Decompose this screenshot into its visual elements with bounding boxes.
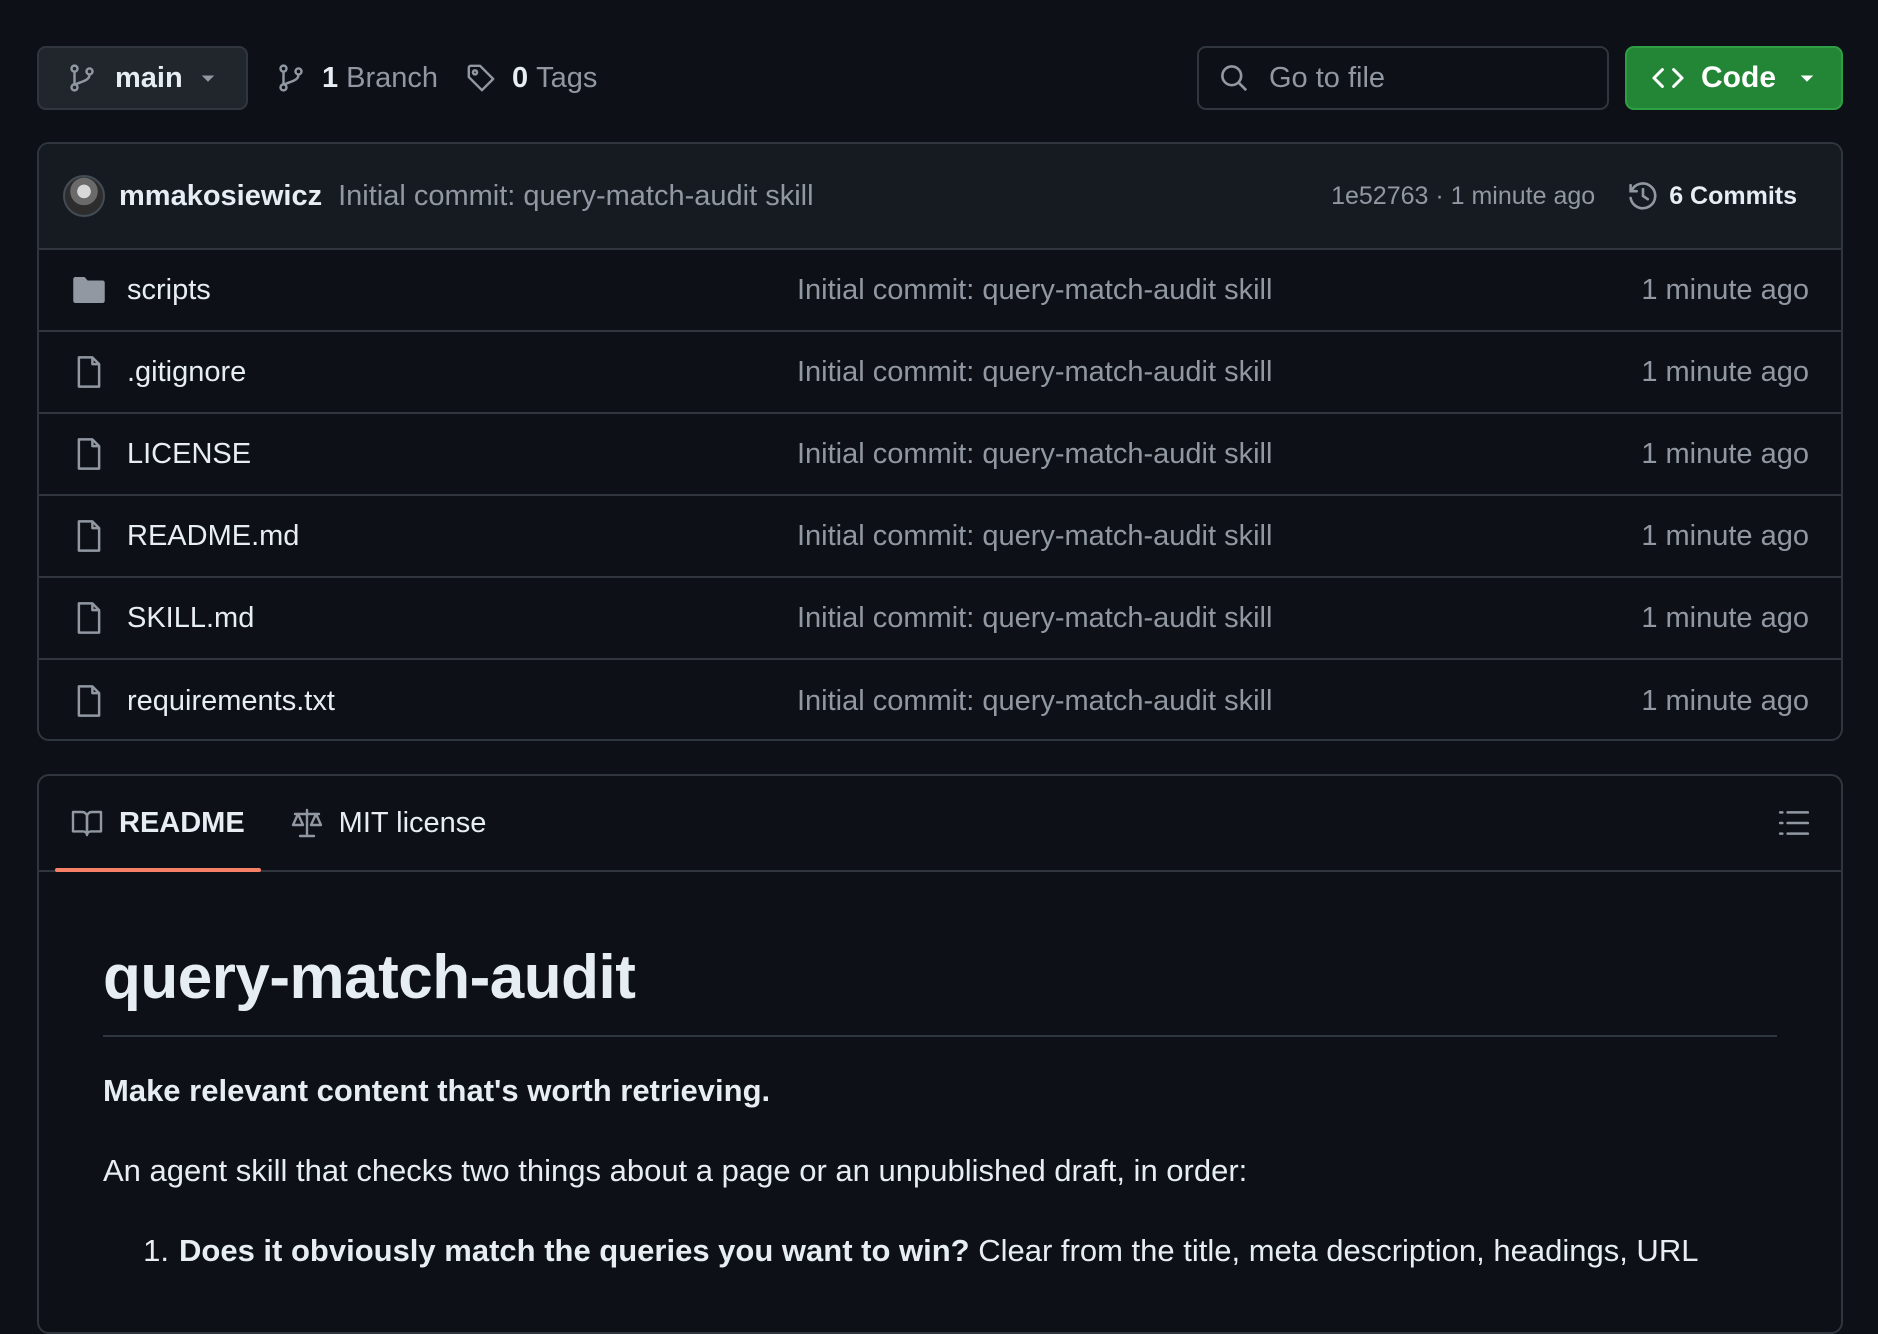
file-commit-age: 1 minute ago	[1641, 273, 1809, 306]
file-name[interactable]: requirements.txt	[127, 685, 797, 718]
branch-count: 1	[322, 61, 339, 94]
commit-message[interactable]: Initial commit: query-match-audit skill	[338, 180, 813, 213]
chevron-down-icon	[198, 68, 218, 88]
file-icon	[71, 354, 107, 390]
list-icon	[1778, 811, 1810, 835]
file-icon	[71, 600, 107, 636]
go-to-file-input[interactable]	[1269, 61, 1587, 95]
readme-heading: query-match-audit	[103, 942, 1777, 1037]
file-name[interactable]: SKILL.md	[127, 602, 797, 635]
file-commit-message[interactable]: Initial commit: query-match-audit skill	[797, 520, 1641, 553]
file-row-license[interactable]: LICENSE Initial commit: query-match-audi…	[39, 414, 1841, 496]
commit-hash-time[interactable]: 1e52763 · 1 minute ago	[1331, 182, 1595, 211]
history-icon	[1627, 180, 1659, 212]
commit-author[interactable]: mmakosiewicz	[119, 180, 322, 213]
file-commit-age: 1 minute ago	[1641, 519, 1809, 552]
file-icon	[71, 436, 107, 472]
branches-link[interactable]: 1 Branch	[276, 62, 438, 95]
file-name[interactable]: scripts	[127, 274, 797, 307]
readme-panel: README MIT license query-match-audit Mak…	[37, 774, 1843, 1334]
file-commit-age: 1 minute ago	[1641, 684, 1809, 717]
file-commit-message[interactable]: Initial commit: query-match-audit skill	[797, 438, 1641, 471]
git-branch-icon	[276, 63, 306, 93]
file-commit-age: 1 minute ago	[1641, 437, 1809, 470]
tab-readme-label: README	[119, 806, 245, 839]
file-commit-message[interactable]: Initial commit: query-match-audit skill	[797, 274, 1641, 307]
readme-content: query-match-audit Make relevant content …	[39, 872, 1841, 1269]
branch-label: Branch	[346, 61, 439, 94]
tab-license-label: MIT license	[338, 806, 487, 839]
file-rows: scripts Initial commit: query-match-audi…	[39, 250, 1841, 739]
file-row-readme[interactable]: README.md Initial commit: query-match-au…	[39, 496, 1841, 578]
git-branch-icon	[67, 63, 97, 93]
readme-tabs: README MIT license	[39, 776, 1841, 872]
latest-commit-bar: mmakosiewicz Initial commit: query-match…	[39, 144, 1841, 250]
tag-icon	[466, 63, 496, 93]
file-listing: mmakosiewicz Initial commit: query-match…	[37, 142, 1843, 741]
commits-count: 6 Commits	[1669, 181, 1797, 210]
scale-icon	[291, 807, 323, 839]
file-icon	[71, 683, 107, 719]
branch-name: main	[115, 61, 183, 94]
file-row-scripts[interactable]: scripts Initial commit: query-match-audi…	[39, 250, 1841, 332]
file-commit-age: 1 minute ago	[1641, 601, 1809, 634]
tag-count: 0	[512, 61, 529, 94]
code-button[interactable]: Code	[1625, 46, 1843, 110]
tab-license[interactable]: MIT license	[275, 776, 503, 870]
file-row-gitignore[interactable]: .gitignore Initial commit: query-match-a…	[39, 332, 1841, 414]
tags-link[interactable]: 0 Tags	[466, 62, 597, 95]
file-commit-age: 1 minute ago	[1641, 355, 1809, 388]
branch-selector-button[interactable]: main	[37, 46, 248, 110]
tab-readme[interactable]: README	[55, 776, 261, 872]
file-commit-message[interactable]: Initial commit: query-match-audit skill	[797, 356, 1641, 389]
file-commit-message[interactable]: Initial commit: query-match-audit skill	[797, 602, 1641, 635]
file-row-requirements[interactable]: requirements.txt Initial commit: query-m…	[39, 660, 1841, 739]
file-icon	[71, 518, 107, 554]
avatar[interactable]	[63, 175, 105, 217]
search-icon	[1219, 63, 1249, 93]
tag-label: Tags	[536, 61, 598, 94]
book-icon	[71, 807, 103, 839]
folder-icon	[71, 272, 107, 308]
step-question: Does it obviously match the queries you …	[179, 1233, 970, 1268]
file-row-skill[interactable]: SKILL.md Initial commit: query-match-aud…	[39, 578, 1841, 660]
outline-menu-button[interactable]	[1777, 806, 1811, 840]
file-name[interactable]: LICENSE	[127, 438, 797, 471]
file-name[interactable]: .gitignore	[127, 356, 797, 389]
step-detail: Clear from the title, meta description, …	[969, 1233, 1699, 1268]
chevron-down-icon	[1797, 68, 1817, 88]
go-to-file-search[interactable]	[1197, 46, 1609, 110]
repo-toolbar: main 1 Branch 0 Tags Code	[37, 46, 1843, 110]
commits-history-link[interactable]: 6 Commits	[1627, 180, 1797, 212]
readme-step-1: 1. Does it obviously match the queries yo…	[103, 1233, 1777, 1269]
file-commit-message[interactable]: Initial commit: query-match-audit skill	[797, 685, 1641, 718]
readme-tagline: Make relevant content that's worth retri…	[103, 1073, 771, 1108]
code-icon	[1651, 63, 1685, 93]
code-button-label: Code	[1701, 61, 1776, 94]
readme-intro: An agent skill that checks two things ab…	[103, 1153, 1248, 1188]
file-name[interactable]: README.md	[127, 520, 797, 553]
step-number: 1.	[143, 1233, 169, 1268]
